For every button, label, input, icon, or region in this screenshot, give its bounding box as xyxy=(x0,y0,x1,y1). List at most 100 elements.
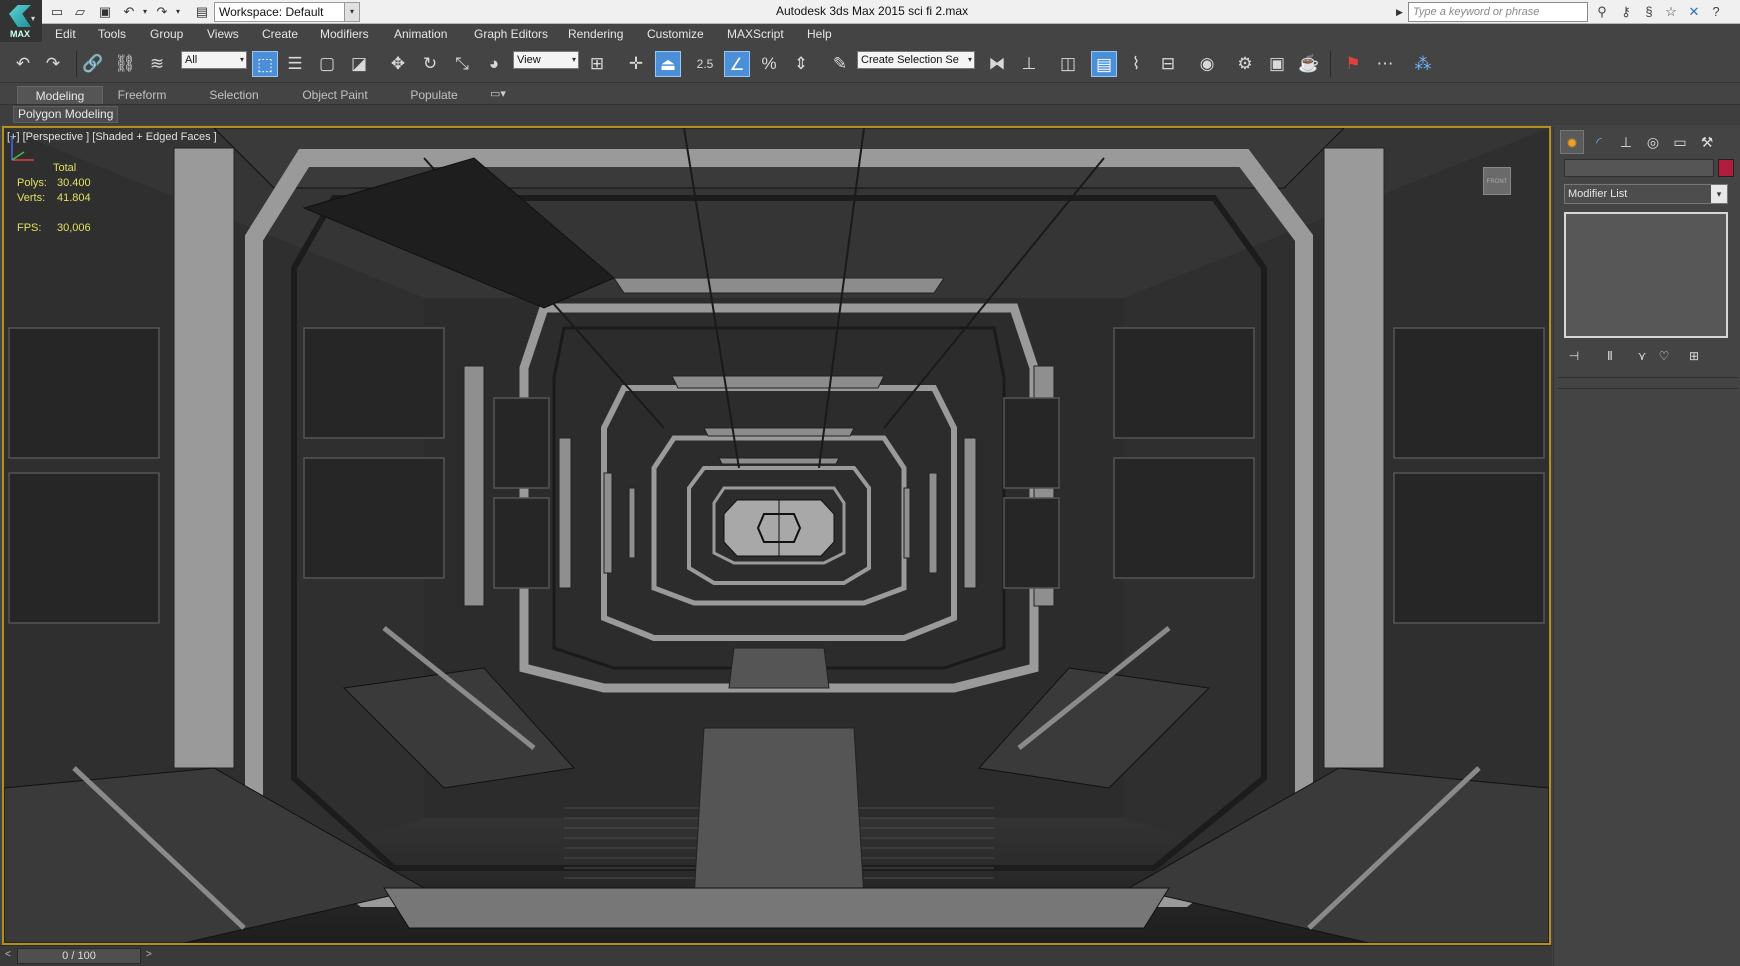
motion-panel-icon[interactable]: ◎ xyxy=(1641,130,1665,154)
hierarchy-panel-icon[interactable]: ⊥ xyxy=(1614,130,1638,154)
modify-panel-icon[interactable]: ◜ xyxy=(1587,130,1611,154)
perspective-viewport[interactable]: [+] [Perspective ] [Shaded + Edged Faces… xyxy=(2,126,1551,945)
window-crossing-icon[interactable]: ◪ xyxy=(346,51,372,77)
scene-explorer-icon[interactable]: ▤ xyxy=(1091,51,1117,77)
menu-modifiers[interactable]: Modifiers xyxy=(320,27,369,41)
configure-modifier-sets-icon[interactable]: ⊞ xyxy=(1684,346,1704,366)
viewcube[interactable]: FRONT xyxy=(1483,167,1511,195)
save-icon[interactable]: ▣ xyxy=(95,3,115,21)
snap-value: 2.5 xyxy=(696,57,714,71)
project-folder-icon[interactable]: ▤ xyxy=(192,3,212,21)
menu-create[interactable]: Create xyxy=(262,27,298,41)
menu-graph-editors[interactable]: Graph Editors xyxy=(474,27,548,41)
select-and-manipulate-icon[interactable]: ✛ xyxy=(623,51,649,77)
named-selection-dropdown[interactable]: Create Selection Se ▾ xyxy=(857,51,975,69)
measure-distance-icon[interactable]: ⋯ xyxy=(1372,51,1398,77)
rendered-frame-window-icon[interactable]: ▣ xyxy=(1264,51,1290,77)
align-icon[interactable]: ⊥ xyxy=(1016,51,1042,77)
ribbon-minimize-icon[interactable]: ▭▾ xyxy=(490,87,506,100)
utilities-panel-icon[interactable]: ⚒ xyxy=(1695,130,1719,154)
select-and-link-icon[interactable]: 🔗 xyxy=(80,51,106,77)
remove-modifier-icon[interactable]: ♡ xyxy=(1654,346,1674,366)
create-panel-icon[interactable]: ✹ xyxy=(1560,130,1584,154)
mirror-icon[interactable]: ⧓ xyxy=(984,51,1010,77)
menu-maxscript[interactable]: MAXScript xyxy=(727,27,784,41)
undo-icon[interactable]: ↶ xyxy=(10,51,36,77)
polys-value: 30.400 xyxy=(57,177,91,189)
menu-tools[interactable]: Tools xyxy=(98,27,126,41)
render-production-icon[interactable]: ☕ xyxy=(1296,51,1322,77)
percent-snap-icon[interactable]: % xyxy=(756,51,782,77)
render-setup-icon[interactable]: ⚙ xyxy=(1232,51,1258,77)
curve-editor-icon[interactable]: ⌇ xyxy=(1123,51,1149,77)
edit-named-selection-icon[interactable]: ✎ xyxy=(827,51,853,77)
polygon-modeling-panel[interactable]: Polygon Modeling xyxy=(13,106,119,123)
object-color-swatch[interactable] xyxy=(1718,159,1734,177)
keyboard-shortcut-override-icon[interactable]: ⏏ xyxy=(655,51,681,77)
application-menu-button[interactable]: MAX ▾ xyxy=(0,0,42,42)
fps-value: 30,006 xyxy=(57,222,91,234)
redo-icon[interactable]: ↷ xyxy=(152,3,172,21)
exchange-icon[interactable]: ✕ xyxy=(1684,3,1704,21)
select-and-rotate-icon[interactable]: ↻ xyxy=(417,51,443,77)
select-and-place-icon[interactable]: ◕ xyxy=(481,51,507,77)
menu-edit[interactable]: Edit xyxy=(55,27,76,41)
time-next-icon[interactable]: > xyxy=(146,949,152,960)
spinner-snap-icon[interactable]: ⇕ xyxy=(788,51,814,77)
use-pivot-center-icon[interactable]: ⊞ xyxy=(584,51,610,77)
undo-icon[interactable]: ↶ xyxy=(119,3,139,21)
bind-to-space-warp-icon[interactable]: ≋ xyxy=(144,51,170,77)
help-search-input[interactable]: Type a keyword or phrase xyxy=(1408,2,1588,22)
workspace-dropdown[interactable]: Workspace: Default ▾ xyxy=(214,2,360,22)
pin-stack-icon[interactable]: ⊣ xyxy=(1564,346,1584,366)
redo-icon[interactable]: ↷ xyxy=(40,51,66,77)
favorites-star-icon[interactable]: ☆ xyxy=(1661,3,1681,21)
modifier-stack[interactable] xyxy=(1564,212,1728,338)
object-name-field[interactable] xyxy=(1564,159,1714,177)
angle-snap-icon[interactable]: ∠ xyxy=(724,51,750,77)
menu-customize[interactable]: Customize xyxy=(647,27,704,41)
layer-manager-icon[interactable]: ◫ xyxy=(1055,51,1081,77)
menu-group[interactable]: Group xyxy=(150,27,183,41)
tab-populate[interactable]: Populate xyxy=(396,86,472,104)
tab-freeform[interactable]: Freeform xyxy=(104,86,180,104)
rectangular-selection-icon[interactable]: ▢ xyxy=(314,51,340,77)
search-expand-icon[interactable]: ▶ xyxy=(1396,2,1408,22)
stack-tools: ⊣ Ⅱ ⋎ ♡ ⊞ xyxy=(1564,346,1734,366)
open-file-icon[interactable]: ▱ xyxy=(70,3,90,21)
menu-animation[interactable]: Animation xyxy=(394,27,447,41)
show-end-result-icon[interactable]: Ⅱ xyxy=(1600,346,1620,366)
menu-rendering[interactable]: Rendering xyxy=(568,27,623,41)
binoculars-icon[interactable]: ⚲ xyxy=(1592,3,1612,21)
select-and-move-icon[interactable]: ✥ xyxy=(385,51,411,77)
key-icon[interactable]: ⚷ xyxy=(1616,3,1636,21)
time-prev-icon[interactable]: < xyxy=(5,949,11,960)
material-editor-icon[interactable]: ◉ xyxy=(1194,51,1220,77)
workspace-more-icon[interactable]: ▾ xyxy=(344,2,360,22)
menu-help[interactable]: Help xyxy=(807,27,832,41)
verts-value: 41.804 xyxy=(57,192,91,204)
help-icon[interactable]: ? xyxy=(1706,3,1726,21)
redo-dropdown-icon[interactable]: ▾ xyxy=(173,3,183,21)
new-file-icon[interactable]: ▭ xyxy=(47,3,67,21)
tab-object-paint[interactable]: Object Paint xyxy=(290,86,380,104)
modifier-list-dropdown[interactable]: Modifier List ▾ xyxy=(1564,184,1728,204)
snaps-toggle-icon[interactable]: 2.5 xyxy=(692,51,718,77)
make-unique-icon[interactable]: ⋎ xyxy=(1632,346,1652,366)
select-and-scale-icon[interactable]: ⤡ xyxy=(449,51,475,77)
time-slider[interactable]: 0 / 100 xyxy=(17,948,141,964)
tab-modeling[interactable]: Modeling xyxy=(17,86,103,104)
particle-view-icon[interactable]: ⁂ xyxy=(1410,51,1436,77)
display-panel-icon[interactable]: ▭ xyxy=(1668,130,1692,154)
select-by-name-icon[interactable]: ☰ xyxy=(282,51,308,77)
undo-dropdown-icon[interactable]: ▾ xyxy=(140,3,150,21)
schematic-view-icon[interactable]: ⊟ xyxy=(1155,51,1181,77)
selection-filter-dropdown[interactable]: All ▾ xyxy=(181,51,247,69)
subscription-icon[interactable]: § xyxy=(1639,3,1659,21)
tab-selection[interactable]: Selection xyxy=(196,86,272,104)
select-object-icon[interactable]: ⬚ xyxy=(252,51,278,77)
unlink-selection-icon[interactable]: ⛓ xyxy=(112,51,138,77)
menu-views[interactable]: Views xyxy=(207,27,239,41)
populate-icon[interactable]: ⚑ xyxy=(1340,51,1366,77)
reference-coordinate-dropdown[interactable]: View ▾ xyxy=(513,51,579,69)
